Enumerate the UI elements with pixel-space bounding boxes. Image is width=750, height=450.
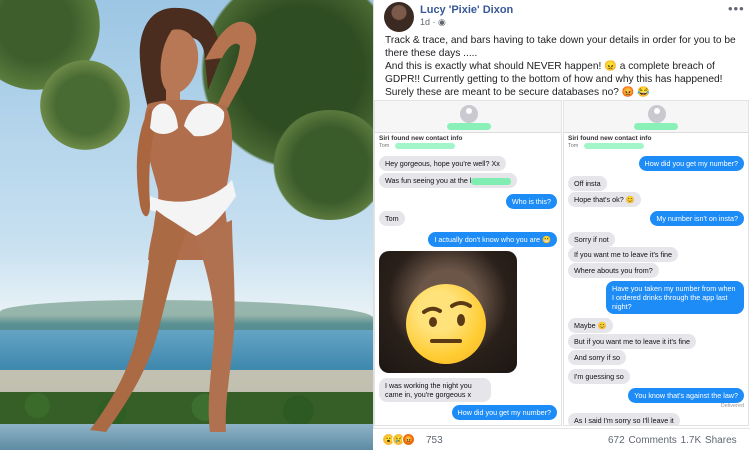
message-bubble: If you want me to leave it's fine <box>568 247 679 262</box>
contact-avatar-icon <box>648 105 666 123</box>
chat-header <box>564 101 748 133</box>
delivered-label: Delivered <box>720 403 744 409</box>
caption-line: Track & trace, and bars having to take d… <box>385 35 736 59</box>
message-bubble: Who is this? <box>505 194 557 209</box>
raised-eyebrow-emoji-icon <box>406 284 486 364</box>
message-bubble: How did you get my number? <box>638 156 744 171</box>
siri-banner-sub: Tom <box>379 143 390 149</box>
redacted-number <box>584 143 644 149</box>
grimace-emoji-icon: 😬 <box>542 235 551 244</box>
message-bubble: Sorry if not <box>568 232 615 247</box>
post-photo[interactable] <box>0 0 373 450</box>
siri-banner-title: Siri found new contact info <box>379 135 463 142</box>
globe-icon: ◉ <box>438 17 446 27</box>
laughing-emoji-icon: 😂 <box>637 87 650 98</box>
smile-emoji-icon: 😊 <box>625 195 635 204</box>
siri-banner-sub: Tom <box>568 143 579 149</box>
post-time[interactable]: 1d <box>420 17 430 27</box>
photo-message[interactable] <box>379 251 517 373</box>
post-meta: 1d · ◉ <box>420 17 446 27</box>
chat-screenshot-left[interactable]: Siri found new contact info Tom Hey gorg… <box>374 100 562 426</box>
message-bubble: And sorry if so <box>568 350 626 365</box>
message-bubble: Off insta <box>568 176 607 191</box>
message-bubble: Have you taken my number from when I ord… <box>606 281 744 314</box>
reaction-count[interactable]: 753 <box>426 435 443 446</box>
message-bubble: I actually don't know who you are 😬 <box>428 232 557 247</box>
message-bubble: Tom <box>379 211 405 226</box>
redacted-text <box>471 177 512 185</box>
message-bubble: Where abouts you from? <box>568 263 659 278</box>
redacted-contact-name <box>634 123 678 130</box>
message-bubble: Hope that's ok? 😊 <box>568 192 641 207</box>
angry-emoji-icon: 😠 <box>604 61 617 72</box>
message-bubble: But if you want me to leave it it's fine <box>568 334 697 349</box>
chat-header <box>375 101 561 133</box>
engagement-stats: 672 Comments 1.7K Shares <box>608 435 737 446</box>
author-avatar[interactable] <box>384 2 414 32</box>
redacted-number <box>395 143 455 149</box>
chat-screenshot-right[interactable]: Siri found new contact info Tom How did … <box>563 100 749 426</box>
message-bubble: Was fun seeing you at the l <box>379 173 518 188</box>
message-bubble: You know that's against the law? <box>628 388 744 403</box>
contact-avatar-icon <box>460 105 478 123</box>
author-name[interactable]: Lucy 'Pixie' Dixon <box>420 4 513 16</box>
message-bubble: My number isn't on insta? <box>650 211 744 226</box>
message-bubble: As I said I'm sorry so I'll leave it <box>568 413 680 425</box>
angry-reaction-icon: 😡 <box>402 433 415 446</box>
shares-count[interactable]: 1.7K Shares <box>681 435 737 446</box>
caption-line: And this is exactly what should NEVER ha… <box>385 61 723 98</box>
message-bubble: Hey gorgeous, hope you're well? Xx <box>379 156 506 171</box>
rage-emoji-icon: 😡 <box>621 87 635 98</box>
redacted-contact-name <box>447 123 491 130</box>
siri-banner-title: Siri found new contact info <box>568 135 652 142</box>
message-bubble: I was working the night you came in, you… <box>379 378 491 402</box>
message-bubble: I'm guessing so <box>568 369 630 384</box>
smile-emoji-icon: 😊 <box>597 321 607 330</box>
comments-count[interactable]: 672 Comments <box>608 435 677 446</box>
post-caption: Track & trace, and bars having to take d… <box>385 34 745 99</box>
more-options-icon[interactable]: ••• <box>728 1 745 16</box>
message-bubble: How did you get my number? <box>451 405 557 420</box>
message-bubble: Maybe 😊 <box>568 318 613 333</box>
woman-silhouette <box>90 7 257 432</box>
